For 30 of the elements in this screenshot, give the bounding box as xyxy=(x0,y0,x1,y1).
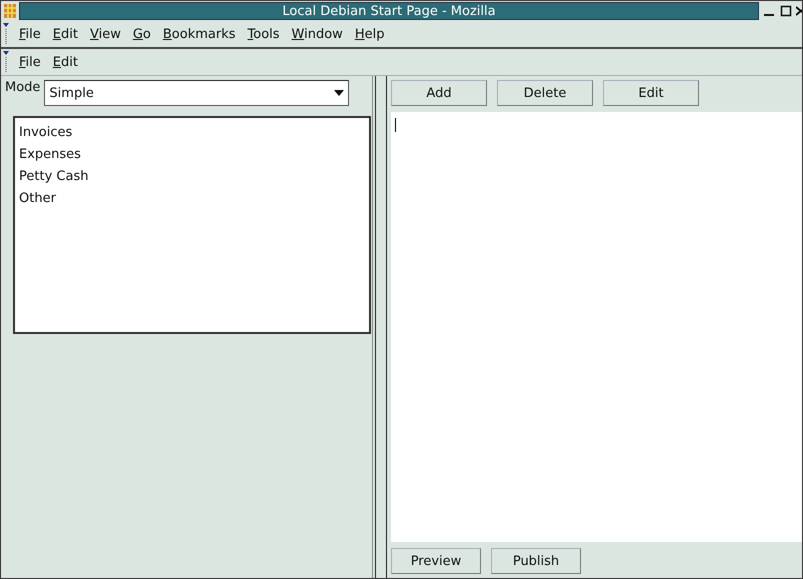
action-button[interactable]: Preview xyxy=(391,548,481,574)
toolbar-button[interactable]: Delete xyxy=(497,80,593,106)
menu-item[interactable]: View xyxy=(84,24,127,44)
menu-item[interactable]: File xyxy=(13,52,47,72)
list-item[interactable]: Other xyxy=(19,188,365,210)
menu-item[interactable]: Help xyxy=(348,24,390,44)
menu-item[interactable]: Edit xyxy=(46,52,84,72)
list-item[interactable]: Invoices xyxy=(19,122,365,144)
menu-item[interactable]: Bookmarks xyxy=(156,24,242,44)
menu-item[interactable]: File xyxy=(13,24,47,44)
mode-label: Mode xyxy=(5,80,40,95)
menu-item[interactable]: Tools xyxy=(242,24,286,44)
menu-item[interactable]: Edit xyxy=(46,24,84,44)
list-item[interactable]: Expenses xyxy=(19,144,365,166)
grip-icon[interactable] xyxy=(3,51,9,73)
menu-item[interactable]: Go xyxy=(126,24,157,44)
menu-item[interactable]: Window xyxy=(286,24,349,44)
toolbar-button[interactable]: Add xyxy=(391,80,487,106)
action-button[interactable]: Publish xyxy=(491,548,581,574)
pane-splitter[interactable] xyxy=(375,76,387,578)
close-icon[interactable] xyxy=(796,4,802,18)
mode-dropdown[interactable]: Simple xyxy=(44,80,350,106)
window-title: Local Debian Start Page - Mozilla xyxy=(19,2,759,20)
list-item[interactable]: Petty Cash xyxy=(19,166,365,188)
grip-icon[interactable] xyxy=(3,23,9,45)
text-cursor xyxy=(395,118,396,132)
app-icon xyxy=(4,4,16,18)
toolbar-button[interactable]: Edit xyxy=(603,80,699,106)
maximize-icon[interactable] xyxy=(779,4,793,18)
caret-icon xyxy=(334,90,344,96)
